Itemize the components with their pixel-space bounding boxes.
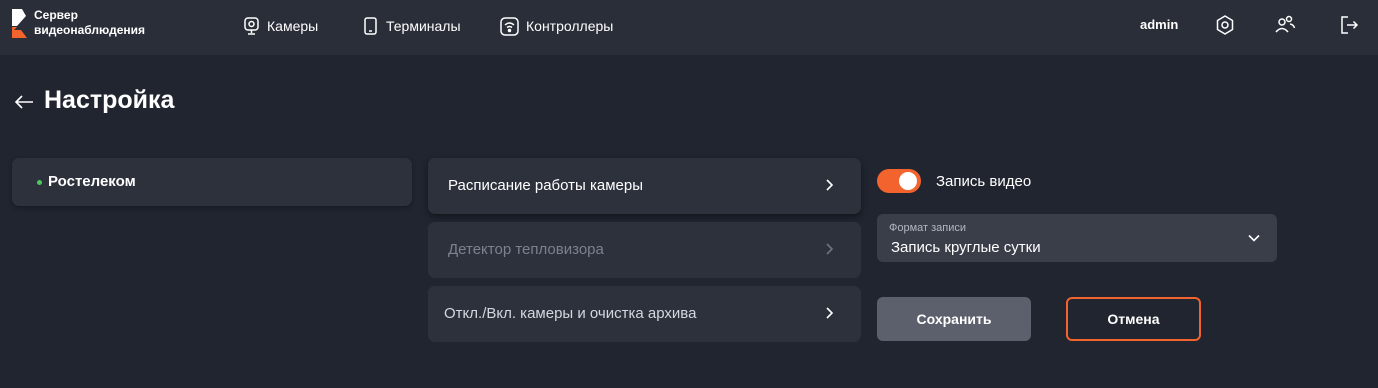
menu-item-label: Расписание работы камеры [448, 177, 643, 194]
camera-icon [244, 17, 259, 35]
toggle-knob [899, 172, 917, 190]
menu-item-thermal-detector: Детектор тепловизора [428, 222, 861, 278]
status-dot [37, 180, 42, 185]
record-format-select[interactable]: Формат записи Запись круглые сутки [877, 214, 1277, 262]
menu-item-label: Откл./Вкл. камеры и очистка архива [444, 305, 697, 322]
arrow-left-icon[interactable] [13, 91, 35, 113]
top-bar: Сервер видеонаблюдения Камеры Терминалы … [0, 0, 1378, 55]
record-video-label: Запись видео [936, 173, 1032, 190]
nav-controllers[interactable]: Контроллеры [500, 16, 613, 36]
menu-item-camera-toggle-archive[interactable]: Откл./Вкл. камеры и очистка архива [428, 286, 861, 342]
chevron-right-icon [826, 179, 834, 191]
record-video-toggle[interactable] [877, 169, 921, 193]
logo-icon [10, 8, 28, 40]
user-name[interactable]: admin [1140, 17, 1178, 32]
save-button[interactable]: Сохранить [877, 297, 1031, 341]
nav-cameras-label: Камеры [267, 18, 319, 34]
org-card[interactable]: Ростелеком [12, 158, 412, 206]
nav-terminals-label: Терминалы [386, 18, 461, 34]
controller-icon [500, 16, 519, 36]
logo[interactable]: Сервер видеонаблюдения [10, 8, 164, 40]
cancel-button[interactable]: Отмена [1066, 297, 1201, 341]
users-icon[interactable] [1274, 14, 1296, 36]
nav-cameras[interactable]: Камеры [243, 16, 318, 36]
logo-text: Сервер видеонаблюдения [34, 8, 164, 38]
select-value: Запись круглые сутки [891, 239, 1041, 256]
logo-line2: видеонаблюдения [34, 23, 146, 37]
menu-item-schedule[interactable]: Расписание работы камеры [428, 158, 861, 214]
page-title: Настройка [44, 86, 175, 114]
settings-gear-icon[interactable] [1214, 14, 1236, 36]
terminal-icon [364, 17, 377, 35]
chevron-right-icon [826, 307, 834, 319]
logout-icon[interactable] [1338, 14, 1360, 36]
nav-terminals[interactable]: Терминалы [362, 16, 461, 36]
select-caption: Формат записи [889, 222, 967, 234]
chevron-right-icon [826, 243, 834, 255]
nav-controllers-label: Контроллеры [526, 18, 614, 34]
logo-line1: Сервер [34, 8, 78, 22]
org-name: Ростелеком [48, 173, 136, 190]
chevron-down-icon [1248, 234, 1260, 242]
menu-item-label: Детектор тепловизора [448, 241, 604, 258]
